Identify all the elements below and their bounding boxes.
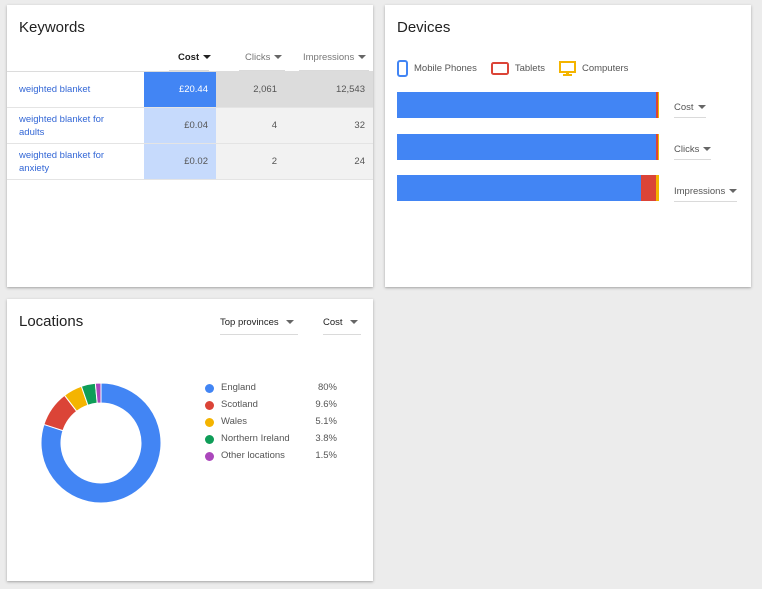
legend-item: England 80% [205,381,345,398]
location-name: England [221,382,256,393]
chevron-down-icon [703,147,712,151]
column-header-impressions[interactable]: Impressions [303,52,367,63]
cost-cell: £20.44 [144,72,216,107]
location-name: Northern Ireland [221,433,290,444]
location-percent: 3.8% [315,433,337,444]
locations-legend: England 80% Scotland 9.6% Wales 5.1% Nor… [205,381,345,466]
legend-dot [205,452,214,461]
location-percent: 9.6% [315,399,337,410]
legend-dot [205,418,214,427]
legend-dot [205,384,214,393]
legend-item: Wales 5.1% [205,415,345,432]
keywords-card: Keywords Cost Clicks Impressions weighte… [7,5,373,287]
bar-segment-mobile [397,134,657,160]
legend-dot [205,401,214,410]
clicks-cell: 4 [216,108,285,143]
legend-item-computer: Computers [558,61,629,76]
clicks-cell: 2,061 [216,72,285,107]
location-name: Wales [221,416,248,427]
keywords-table: weighted blanket £20.44 2,061 12,543 wei… [7,71,373,180]
dropdown-caret-icon [274,55,283,59]
cost-cell: £0.04 [144,108,216,143]
impressions-cell: 12,543 [285,72,373,107]
devices-title: Devices [397,19,451,36]
chevron-down-icon [285,320,294,324]
keyword-link[interactable]: weighted blanket for adults [19,108,129,143]
impressions-cell: 32 [285,108,373,143]
location-percent: 80% [317,382,337,393]
legend-item: Scotland 9.6% [205,398,345,415]
bar-segment-computer [658,134,659,160]
location-percent: 5.1% [315,416,337,427]
keywords-title: Keywords [19,19,85,36]
devices-legend: Mobile Phones Tablets Computers [397,60,642,77]
table-row[interactable]: weighted blanket for adults £0.04 4 32 [7,108,373,144]
bar-segment-mobile [397,175,641,201]
device-bar-clicks [397,134,659,160]
table-row[interactable]: weighted blanket £20.44 2,061 12,543 [7,72,373,108]
metric-dropdown[interactable]: Cost [323,317,361,335]
column-header-impressions-label: Impressions [303,52,355,63]
metric-dropdown-cost[interactable]: Cost [674,102,706,118]
chevron-down-icon [729,189,738,193]
metric-dropdown-label: Cost [323,317,343,328]
device-bar-cost [397,92,659,118]
metric-label: Clicks [674,144,700,155]
legend-label: Mobile Phones [414,63,477,74]
mobile-phone-icon [397,60,408,77]
legend-item: Northern Ireland 3.8% [205,432,345,449]
tablet-icon [490,62,509,75]
location-percent: 1.5% [315,450,337,461]
table-row[interactable]: weighted blanket for anxiety £0.02 2 24 [7,144,373,180]
metric-dropdown-impressions[interactable]: Impressions [674,186,738,202]
column-header-clicks[interactable]: Clicks [245,52,283,63]
legend-item-tablet: Tablets [490,62,545,75]
bar-segment-computer [656,175,659,201]
sort-caret-icon [203,55,212,59]
locations-card: Locations Top provinces Cost England 80%… [7,299,373,581]
column-header-cost[interactable]: Cost [178,52,212,63]
bar-segment-computer [658,92,659,118]
locations-title: Locations [19,313,84,330]
metric-dropdown-clicks[interactable]: Clicks [674,144,712,160]
bar-segment-tablet [640,175,657,201]
legend-item: Other locations 1.5% [205,449,345,466]
device-bar-impressions [397,175,659,201]
legend-dot [205,435,214,444]
bar-segment-mobile [397,92,657,118]
region-dropdown[interactable]: Top provinces [220,317,298,335]
legend-label: Tablets [514,63,545,74]
region-dropdown-label: Top provinces [220,317,279,328]
legend-label: Computers [581,63,629,74]
legend-item-mobile: Mobile Phones [397,60,477,77]
chevron-down-icon [697,105,706,109]
devices-card: Devices Mobile Phones Tablets Computers [385,5,751,287]
metric-label: Cost [674,102,694,113]
computer-icon [558,61,576,76]
dropdown-caret-icon [358,55,367,59]
clicks-cell: 2 [216,144,285,179]
column-header-cost-label: Cost [178,52,200,63]
cost-cell: £0.02 [144,144,216,179]
impressions-cell: 24 [285,144,373,179]
chevron-down-icon [349,320,358,324]
locations-donut-chart [40,382,162,504]
column-header-clicks-label: Clicks [245,52,271,63]
keyword-link[interactable]: weighted blanket [19,72,129,107]
location-name: Other locations [221,450,285,461]
location-name: Scotland [221,399,258,410]
metric-label: Impressions [674,186,726,197]
keyword-link[interactable]: weighted blanket for anxiety [19,144,129,179]
